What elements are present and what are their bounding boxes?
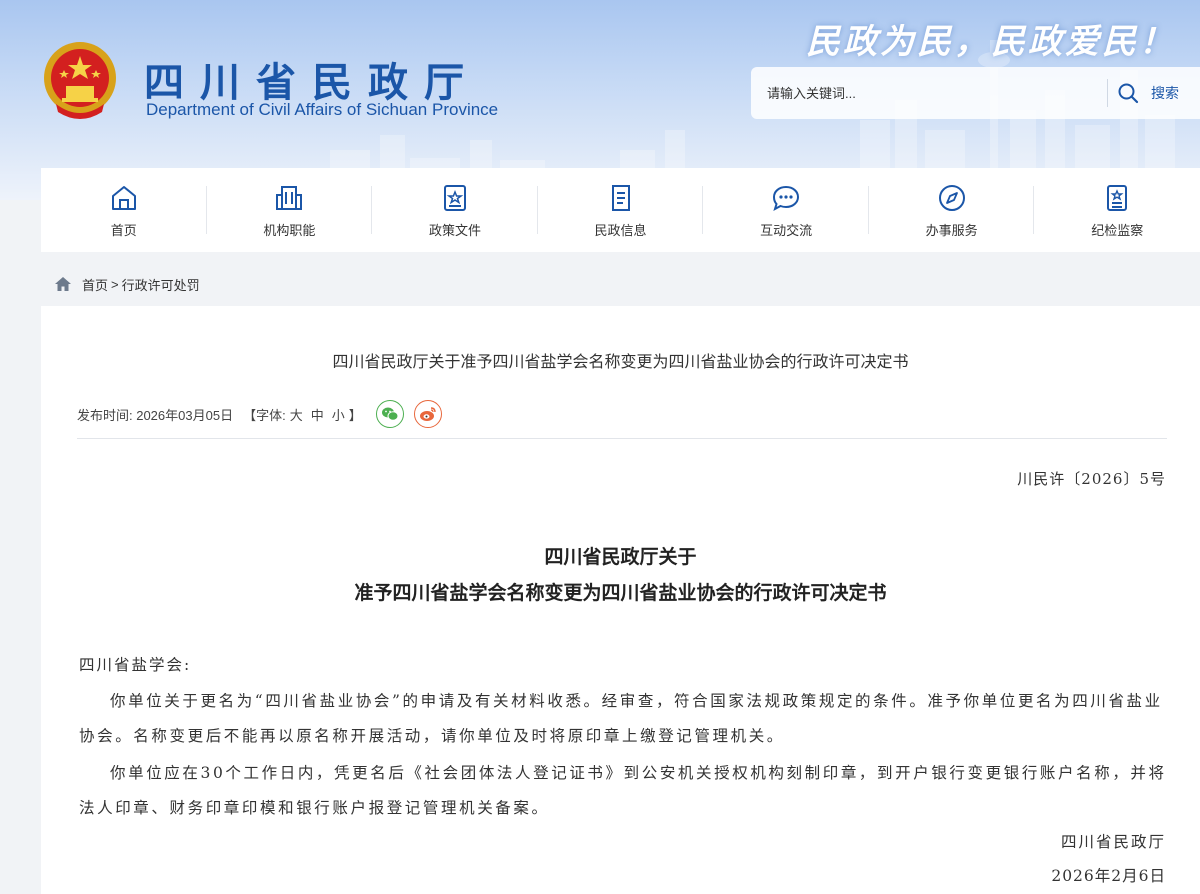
document-heading-line2: 准予四川省盐学会名称变更为四川省盐业协会的行政许可决定书 <box>354 582 887 604</box>
wechat-icon <box>381 407 399 421</box>
nav-label: 互动交流 <box>760 222 813 238</box>
search-input[interactable] <box>767 78 1097 108</box>
chat-icon <box>773 185 800 211</box>
search-icon <box>1118 83 1139 104</box>
weibo-icon <box>419 407 436 421</box>
search-box: 搜索 <box>751 67 1200 119</box>
nav-item-home[interactable]: 首页 <box>41 168 207 252</box>
document-paragraph-1: 你单位关于更名为“四川省盐业协会”的申请及有关材料收悉。经审查，符合国家法规政策… <box>79 692 1163 745</box>
nav-item-services[interactable]: 办事服务 <box>869 168 1035 252</box>
search-button-label: 搜索 <box>1151 85 1179 101</box>
inspection-icon <box>1107 184 1128 211</box>
font-size-small[interactable]: 小 <box>332 405 345 424</box>
news-doc-icon <box>611 184 630 211</box>
nav-item-news[interactable]: 民政信息 <box>538 168 704 252</box>
breadcrumb-separator: > <box>111 276 119 292</box>
nav-label: 办事服务 <box>925 222 978 238</box>
article-title: 四川省民政厅关于准予四川省盐学会名称变更为四川省盐业协会的行政许可决定书 <box>332 354 909 371</box>
nav-label: 政策文件 <box>428 222 481 238</box>
font-size-label-close: 】 <box>348 407 362 423</box>
nav-item-discipline[interactable]: 纪检监察 <box>1034 168 1200 252</box>
national-emblem-logo <box>44 42 116 119</box>
home-icon <box>55 277 71 291</box>
share-weibo-button[interactable] <box>413 400 442 428</box>
policy-doc-icon <box>443 184 466 211</box>
document-heading-line1: 四川省民政厅关于 <box>544 546 697 568</box>
slogan: 民政为民，民政爱民！ <box>806 22 1176 62</box>
compass-icon <box>938 184 965 211</box>
signature-date: 2026年2月6日 <box>1051 867 1166 885</box>
site-subtitle: Department of Civil Affairs of Sichuan P… <box>146 100 499 119</box>
main-nav: 首页 机构职能 政策文件 民政信息 互动交流 办事服务 纪检监察 <box>41 168 1200 252</box>
publish-time: 发布时间: 2026年03月05日 <box>77 407 234 423</box>
font-size-medium[interactable]: 中 <box>311 405 324 424</box>
nav-item-organization[interactable]: 机构职能 <box>207 168 373 252</box>
nav-item-policy[interactable]: 政策文件 <box>372 168 538 252</box>
share-wechat-button[interactable] <box>375 400 404 428</box>
nav-label: 民政信息 <box>594 222 647 238</box>
home-icon <box>111 185 136 210</box>
breadcrumb: 首页 > 行政许可处罚 <box>54 274 200 294</box>
search-button[interactable]: 搜索 <box>1115 77 1195 109</box>
article-container: 四川省民政厅关于准予四川省盐学会名称变更为四川省盐业协会的行政许可决定书 发布时… <box>41 306 1200 894</box>
document-paragraph-2: 你单位应在30个工作日内，凭更名后《社会团体法人登记证书》到公安机关授权机构刻制… <box>79 764 1167 817</box>
nav-label: 首页 <box>110 222 137 238</box>
nav-item-interaction[interactable]: 互动交流 <box>703 168 869 252</box>
signature-organization: 四川省民政厅 <box>1060 833 1166 851</box>
breadcrumb-home-link[interactable]: 首页 <box>82 275 108 294</box>
breadcrumb-current-link[interactable]: 行政许可处罚 <box>122 275 200 294</box>
document-number: 川民许〔2026〕5号 <box>1017 470 1166 488</box>
meta-divider <box>77 438 1167 439</box>
nav-label: 纪检监察 <box>1091 222 1144 238</box>
nav-label: 机构职能 <box>263 222 316 238</box>
font-size-large[interactable]: 大 <box>290 405 303 424</box>
font-size-label-open: 【字体: <box>243 407 286 423</box>
building-icon <box>276 185 303 210</box>
search-divider <box>1107 79 1108 107</box>
document-addressee: 四川省盐学会: <box>79 656 192 674</box>
article-meta: 发布时间: 2026年03月05日 【字体: 大 中 小 】 <box>77 400 442 428</box>
